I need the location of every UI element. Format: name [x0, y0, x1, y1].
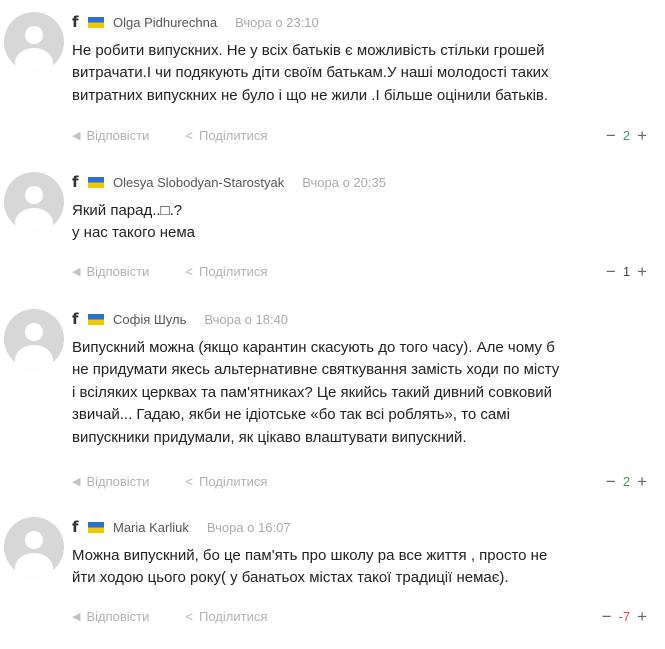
- ukraine-flag-icon: [88, 521, 104, 533]
- comment-text: Не робити випускних. Не у всіх батьків є…: [72, 40, 652, 107]
- author-name[interactable]: Olga Pidhurechna: [113, 15, 217, 30]
- comments-list: f Olga Pidhurechna Вчора о 23:10 Не роби…: [0, 0, 665, 649]
- author-name[interactable]: Софія Шуль: [113, 312, 186, 327]
- comment-meta: f Софія Шуль Вчора о 18:40: [72, 309, 288, 329]
- comment-item: f Софія Шуль Вчора о 18:40 Випускний мож…: [0, 309, 665, 499]
- facebook-icon: f: [72, 13, 79, 31]
- comment-date: Вчора о 18:40: [204, 311, 289, 327]
- share-icon: <: [185, 608, 193, 624]
- reply-button[interactable]: Відповісти: [86, 474, 149, 489]
- reply-arrow-icon: ◀: [72, 610, 81, 623]
- share-icon: <: [185, 263, 193, 279]
- comment-line: йти ходою цього року( у банатьох містах …: [72, 569, 509, 587]
- comment-line: випускники придумали, як цікаво влаштува…: [72, 428, 467, 446]
- reply-button[interactable]: Відповісти: [86, 609, 149, 624]
- share-icon: <: [185, 127, 193, 143]
- reply-arrow-icon: ◀: [72, 475, 81, 488]
- facebook-icon: f: [72, 173, 79, 191]
- downvote-button[interactable]: −: [602, 608, 612, 625]
- reply-button[interactable]: Відповісти: [86, 264, 149, 279]
- comment-actions: ◀ Відповісти < Поділитися − 2 +: [72, 471, 647, 491]
- comment-line: Можна випускний, бо це пам'ять про школу…: [72, 547, 548, 564]
- vote-score: -7: [618, 608, 631, 624]
- vote-controls: − 2 +: [606, 473, 647, 490]
- reply-arrow-icon: ◀: [72, 265, 81, 278]
- avatar[interactable]: [4, 12, 64, 72]
- comment-actions: ◀ Відповісти < Поділитися − 2 +: [72, 125, 647, 145]
- avatar[interactable]: [4, 172, 64, 232]
- comment-text: Можна випускний, бо це пам'ять про школу…: [72, 545, 652, 590]
- avatar[interactable]: [4, 517, 64, 577]
- reply-button[interactable]: Відповісти: [86, 128, 149, 143]
- comment-line: витратних випускних не було і що не жили…: [72, 86, 549, 104]
- downvote-button[interactable]: −: [606, 127, 616, 144]
- comment-meta: f Olga Pidhurechna Вчора о 23:10: [72, 12, 319, 32]
- comment-text: Який парад..□.? у нас такого нема: [72, 200, 652, 245]
- comment-date: Вчора о 16:07: [206, 519, 291, 535]
- upvote-button[interactable]: +: [637, 263, 647, 280]
- ukraine-flag-icon: [88, 313, 104, 325]
- author-name[interactable]: Maria Karliuk: [113, 520, 189, 535]
- upvote-button[interactable]: +: [637, 473, 647, 490]
- ukraine-flag-icon: [88, 16, 104, 28]
- vote-score: 2: [622, 473, 631, 489]
- share-icon: <: [185, 473, 193, 489]
- vote-score: 2: [622, 127, 631, 143]
- share-button[interactable]: Поділитися: [199, 474, 267, 489]
- reply-arrow-icon: ◀: [72, 129, 81, 142]
- upvote-button[interactable]: +: [637, 608, 647, 625]
- share-button[interactable]: Поділитися: [199, 609, 267, 624]
- comment-date: Вчора о 20:35: [302, 174, 386, 190]
- comment-line: звичай... Гадаю, якби не ідіотське «бо т…: [72, 406, 510, 424]
- comment-line: і всіляких церквах та пам'ятниках? Це як…: [72, 383, 552, 401]
- facebook-icon: f: [72, 518, 79, 536]
- comment-actions: ◀ Відповісти < Поділитися − -7 +: [72, 606, 647, 626]
- comment-text: Випускний можна (якщо карантин скасують …: [72, 337, 652, 449]
- comment-meta: f Olesya Slobodyan-Starostyak Вчора о 20…: [72, 172, 386, 192]
- downvote-button[interactable]: −: [606, 263, 616, 280]
- comment-item: f Olga Pidhurechna Вчора о 23:10 Не роби…: [0, 12, 665, 152]
- share-button[interactable]: Поділитися: [199, 264, 267, 279]
- comment-meta: f Maria Karliuk Вчора о 16:07: [72, 517, 291, 537]
- upvote-button[interactable]: +: [637, 127, 647, 144]
- share-button[interactable]: Поділитися: [199, 128, 267, 143]
- comment-line: Не робити випускних. Не у всіх батьків є…: [72, 42, 545, 59]
- downvote-button[interactable]: −: [606, 473, 616, 490]
- vote-score: 1: [622, 263, 631, 279]
- facebook-icon: f: [72, 310, 79, 328]
- comment-line: Який парад..□.?: [72, 202, 183, 219]
- comment-date: Вчора о 23:10: [235, 14, 319, 30]
- ukraine-flag-icon: [88, 176, 104, 188]
- vote-controls: − 2 +: [606, 127, 647, 144]
- comment-item: f Olesya Slobodyan-Starostyak Вчора о 20…: [0, 172, 665, 292]
- comment-line: витрачати.І чи подякують діти своїм бать…: [72, 64, 549, 82]
- vote-controls: − -7 +: [602, 608, 647, 625]
- vote-controls: − 1 +: [606, 263, 647, 280]
- comment-line: не придумати якесь альтернативне святкув…: [72, 361, 560, 379]
- author-name[interactable]: Olesya Slobodyan-Starostyak: [113, 175, 284, 190]
- comment-item: f Maria Karliuk Вчора о 16:07 Можна випу…: [0, 517, 665, 642]
- comment-line: Випускний можна (якщо карантин скасують …: [72, 339, 555, 356]
- comment-line: у нас такого нема: [72, 224, 196, 242]
- comment-actions: ◀ Відповісти < Поділитися − 1 +: [72, 261, 647, 281]
- avatar[interactable]: [4, 309, 64, 369]
